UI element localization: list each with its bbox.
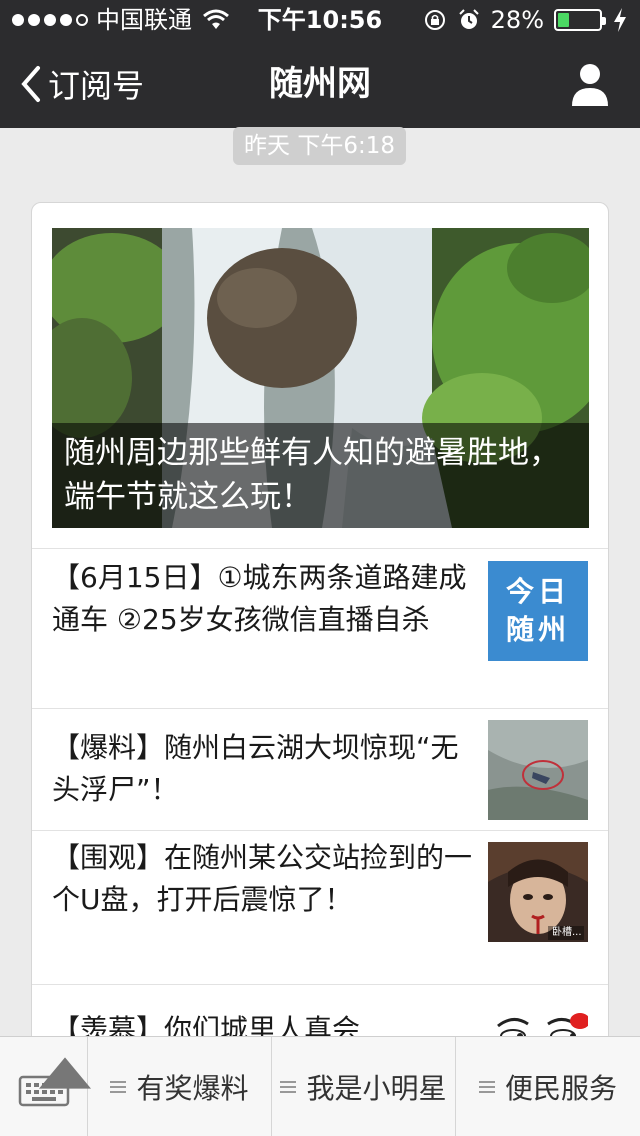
status-right: 28% xyxy=(423,0,628,40)
today-suizhou-logo: 今日 随州 xyxy=(488,561,588,661)
battery-percent: 28% xyxy=(490,6,544,34)
article-thumbnail: 卧槽... xyxy=(488,842,588,942)
menu-item-star[interactable]: 我是小明星 xyxy=(272,1037,456,1136)
menu-lines-icon xyxy=(280,1081,297,1093)
chevron-up-icon xyxy=(39,1057,91,1089)
menu-item-services[interactable]: 便民服务 xyxy=(456,1037,640,1136)
charging-icon xyxy=(614,8,626,32)
menu-lines-icon xyxy=(478,1081,495,1093)
custom-menu-bar: 有奖爆料 我是小明星 便民服务 xyxy=(0,1036,640,1136)
status-bar: 中国联通 下午10:56 28% xyxy=(0,0,640,40)
battery-icon xyxy=(554,9,606,31)
thumb-caption: 卧槽... xyxy=(552,927,582,938)
logo-line-2: 随州 xyxy=(505,613,570,646)
nav-bar: 订阅号 随州网 xyxy=(0,40,640,128)
lake-photo-image xyxy=(488,720,588,820)
battery-level xyxy=(558,13,570,27)
menu-item-report[interactable]: 有奖爆料 xyxy=(88,1037,272,1136)
rotation-lock-icon xyxy=(424,10,445,30)
menu-lines-icon xyxy=(110,1081,127,1093)
message-timestamp: 昨天 下午6:18 xyxy=(233,127,406,165)
menu-item-label: 有奖爆料 xyxy=(136,1072,249,1105)
article-thumbnail xyxy=(488,720,588,820)
article-card: 随州周边那些鲜有人知的避暑胜地，端午节就这么玩！ 【6月15日】①城东两条道路建… xyxy=(31,202,609,1102)
top-bar: 中国联通 下午10:56 28% 订阅号 随州网 xyxy=(0,0,640,128)
article-title: 【围观】在随州某公交站捡到的一个U盘，打开后震惊了！ xyxy=(52,841,473,916)
profile-icon[interactable] xyxy=(570,62,610,106)
alarm-icon xyxy=(458,9,479,29)
article-item[interactable]: 【6月15日】①城东两条道路建成通车 ②25岁女孩微信直播自杀 今日 随州 xyxy=(32,548,608,708)
page-title: 随州网 xyxy=(269,64,371,104)
article-item[interactable]: 【爆料】随州白云湖大坝惊现“无头浮尸”！ xyxy=(32,708,608,830)
article-title: 【爆料】随州白云湖大坝惊现“无头浮尸”！ xyxy=(52,731,459,806)
cover-article[interactable]: 随州周边那些鲜有人知的避暑胜地，端午节就这么玩！ xyxy=(52,228,589,528)
logo-line-1: 今日 xyxy=(505,575,570,608)
menu-item-label: 便民服务 xyxy=(504,1072,617,1105)
article-title: 【6月15日】①城东两条道路建成通车 ②25岁女孩微信直播自杀 xyxy=(52,561,467,636)
article-item[interactable]: 【围观】在随州某公交站捡到的一个U盘，打开后震惊了！ 卧槽... xyxy=(32,830,608,984)
menu-item-label: 我是小明星 xyxy=(306,1072,447,1105)
keyboard-toggle-button[interactable] xyxy=(0,1037,91,1136)
cover-caption: 随州周边那些鲜有人知的避暑胜地，端午节就这么玩！ xyxy=(52,423,589,528)
